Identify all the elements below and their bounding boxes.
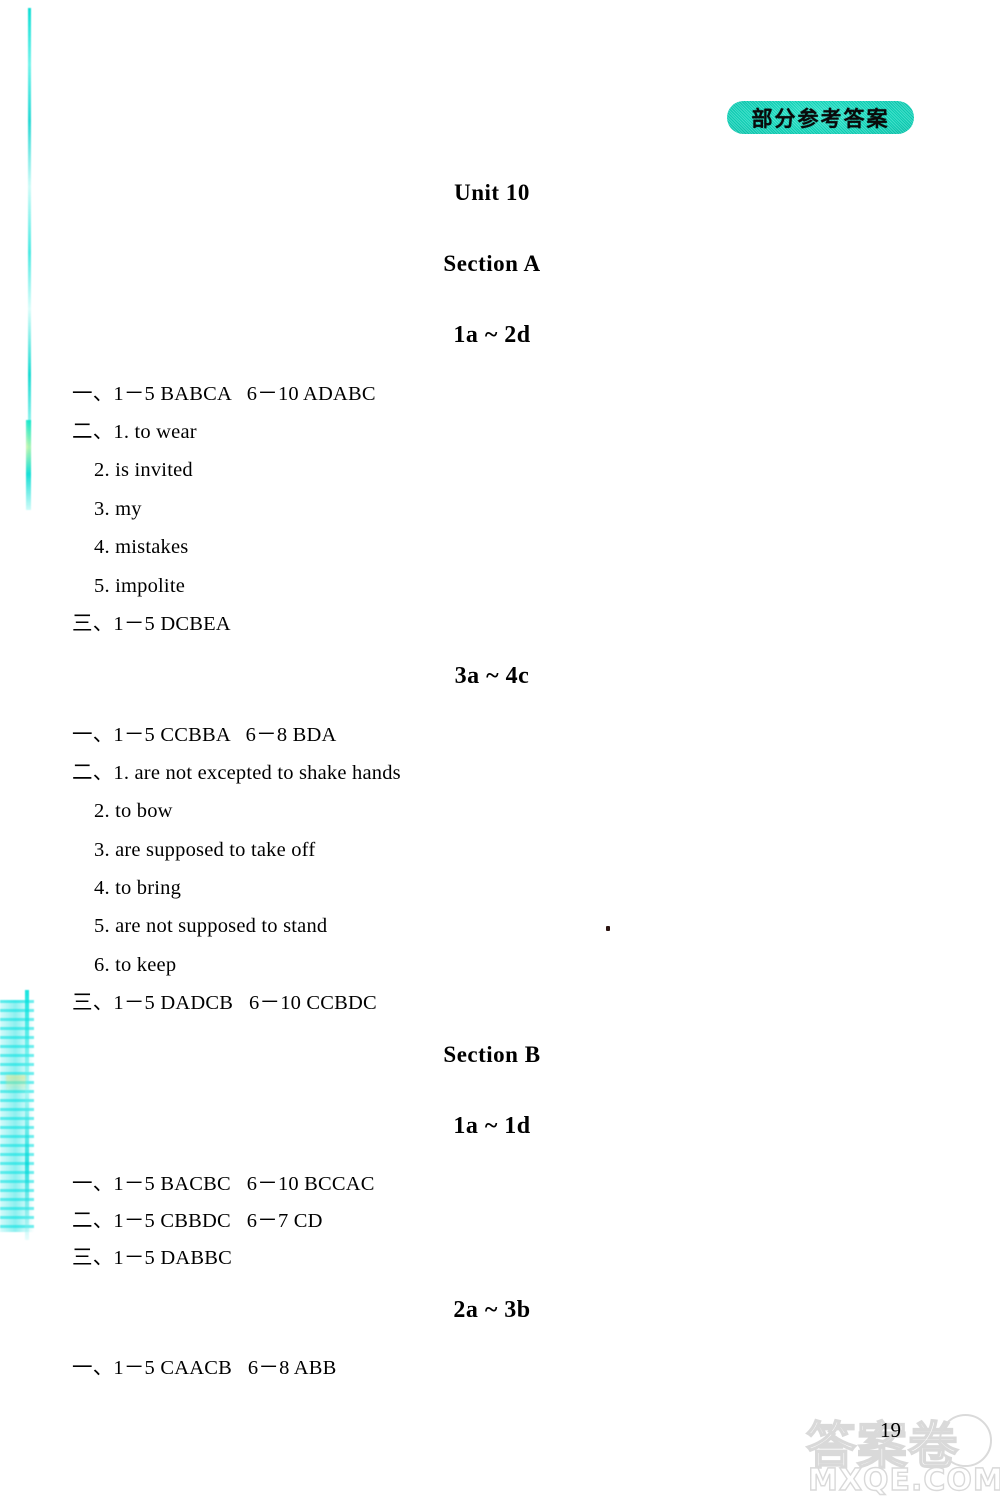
answer-key-page: 部分参考答案 Unit 10 Section A 1a ~ 2d 一、1－5 B…	[0, 0, 1000, 1509]
answer-line: 5. impolite	[94, 575, 186, 597]
group-title-a2: 3a ~ 4c	[454, 663, 530, 689]
answer-line: 2. is invited	[94, 459, 193, 481]
group-title-b1: 1a ~ 1d	[453, 1113, 531, 1139]
watermark-domain-text: MXQE.COM	[807, 1462, 1000, 1498]
group-title-a1: 1a ~ 2d	[453, 322, 531, 348]
scan-edge-artifact-warm	[6, 1075, 26, 1093]
scan-edge-artifact-mid	[26, 420, 31, 510]
answer-line: 一、1－5 BACBC 6－10 BCCAC	[72, 1173, 375, 1195]
answer-line: 2. to bow	[94, 800, 173, 822]
ink-speck-artifact	[606, 926, 610, 931]
answer-line: 二、1. to wear	[72, 421, 197, 443]
answer-line: 二、1－5 CBBDC 6－7 CD	[72, 1210, 323, 1232]
answer-line: 三、1－5 DADCB 6－10 CCBDC	[72, 992, 377, 1014]
answer-key-badge: 部分参考答案	[727, 101, 914, 134]
section-title-a: Section A	[443, 251, 541, 276]
unit-title: Unit 10	[454, 180, 530, 205]
answer-line: 三、1－5 DABBC	[72, 1247, 232, 1269]
answer-line: 一、1－5 CAACB 6－8 ABB	[72, 1357, 337, 1379]
site-watermark: 答案卷 MXQE.COM	[805, 1406, 1000, 1506]
answer-key-badge-label: 部分参考答案	[751, 106, 890, 131]
answer-line: 二、1. are not excepted to shake hands	[72, 762, 401, 784]
watermark-circle-outline	[939, 1414, 992, 1467]
scan-edge-artifact-top	[28, 8, 31, 478]
answer-line: 一、1－5 CCBBA 6－8 BDA	[72, 724, 337, 746]
page-number: 19	[880, 1418, 901, 1442]
answer-line: 3. are supposed to take off	[94, 839, 316, 861]
answer-line: 一、1－5 BABCA 6－10 ADABC	[72, 383, 376, 405]
answer-line: 6. to keep	[94, 954, 177, 976]
group-title-b2: 2a ~ 3b	[453, 1297, 531, 1323]
answer-line: 4. mistakes	[94, 536, 189, 558]
section-title-b: Section B	[443, 1042, 541, 1067]
answer-line: 4. to bring	[94, 877, 182, 899]
answer-line: 3. my	[94, 498, 142, 520]
answer-line: 5. are not supposed to stand	[94, 915, 328, 937]
answer-line: 三、1－5 DCBEA	[72, 613, 231, 635]
